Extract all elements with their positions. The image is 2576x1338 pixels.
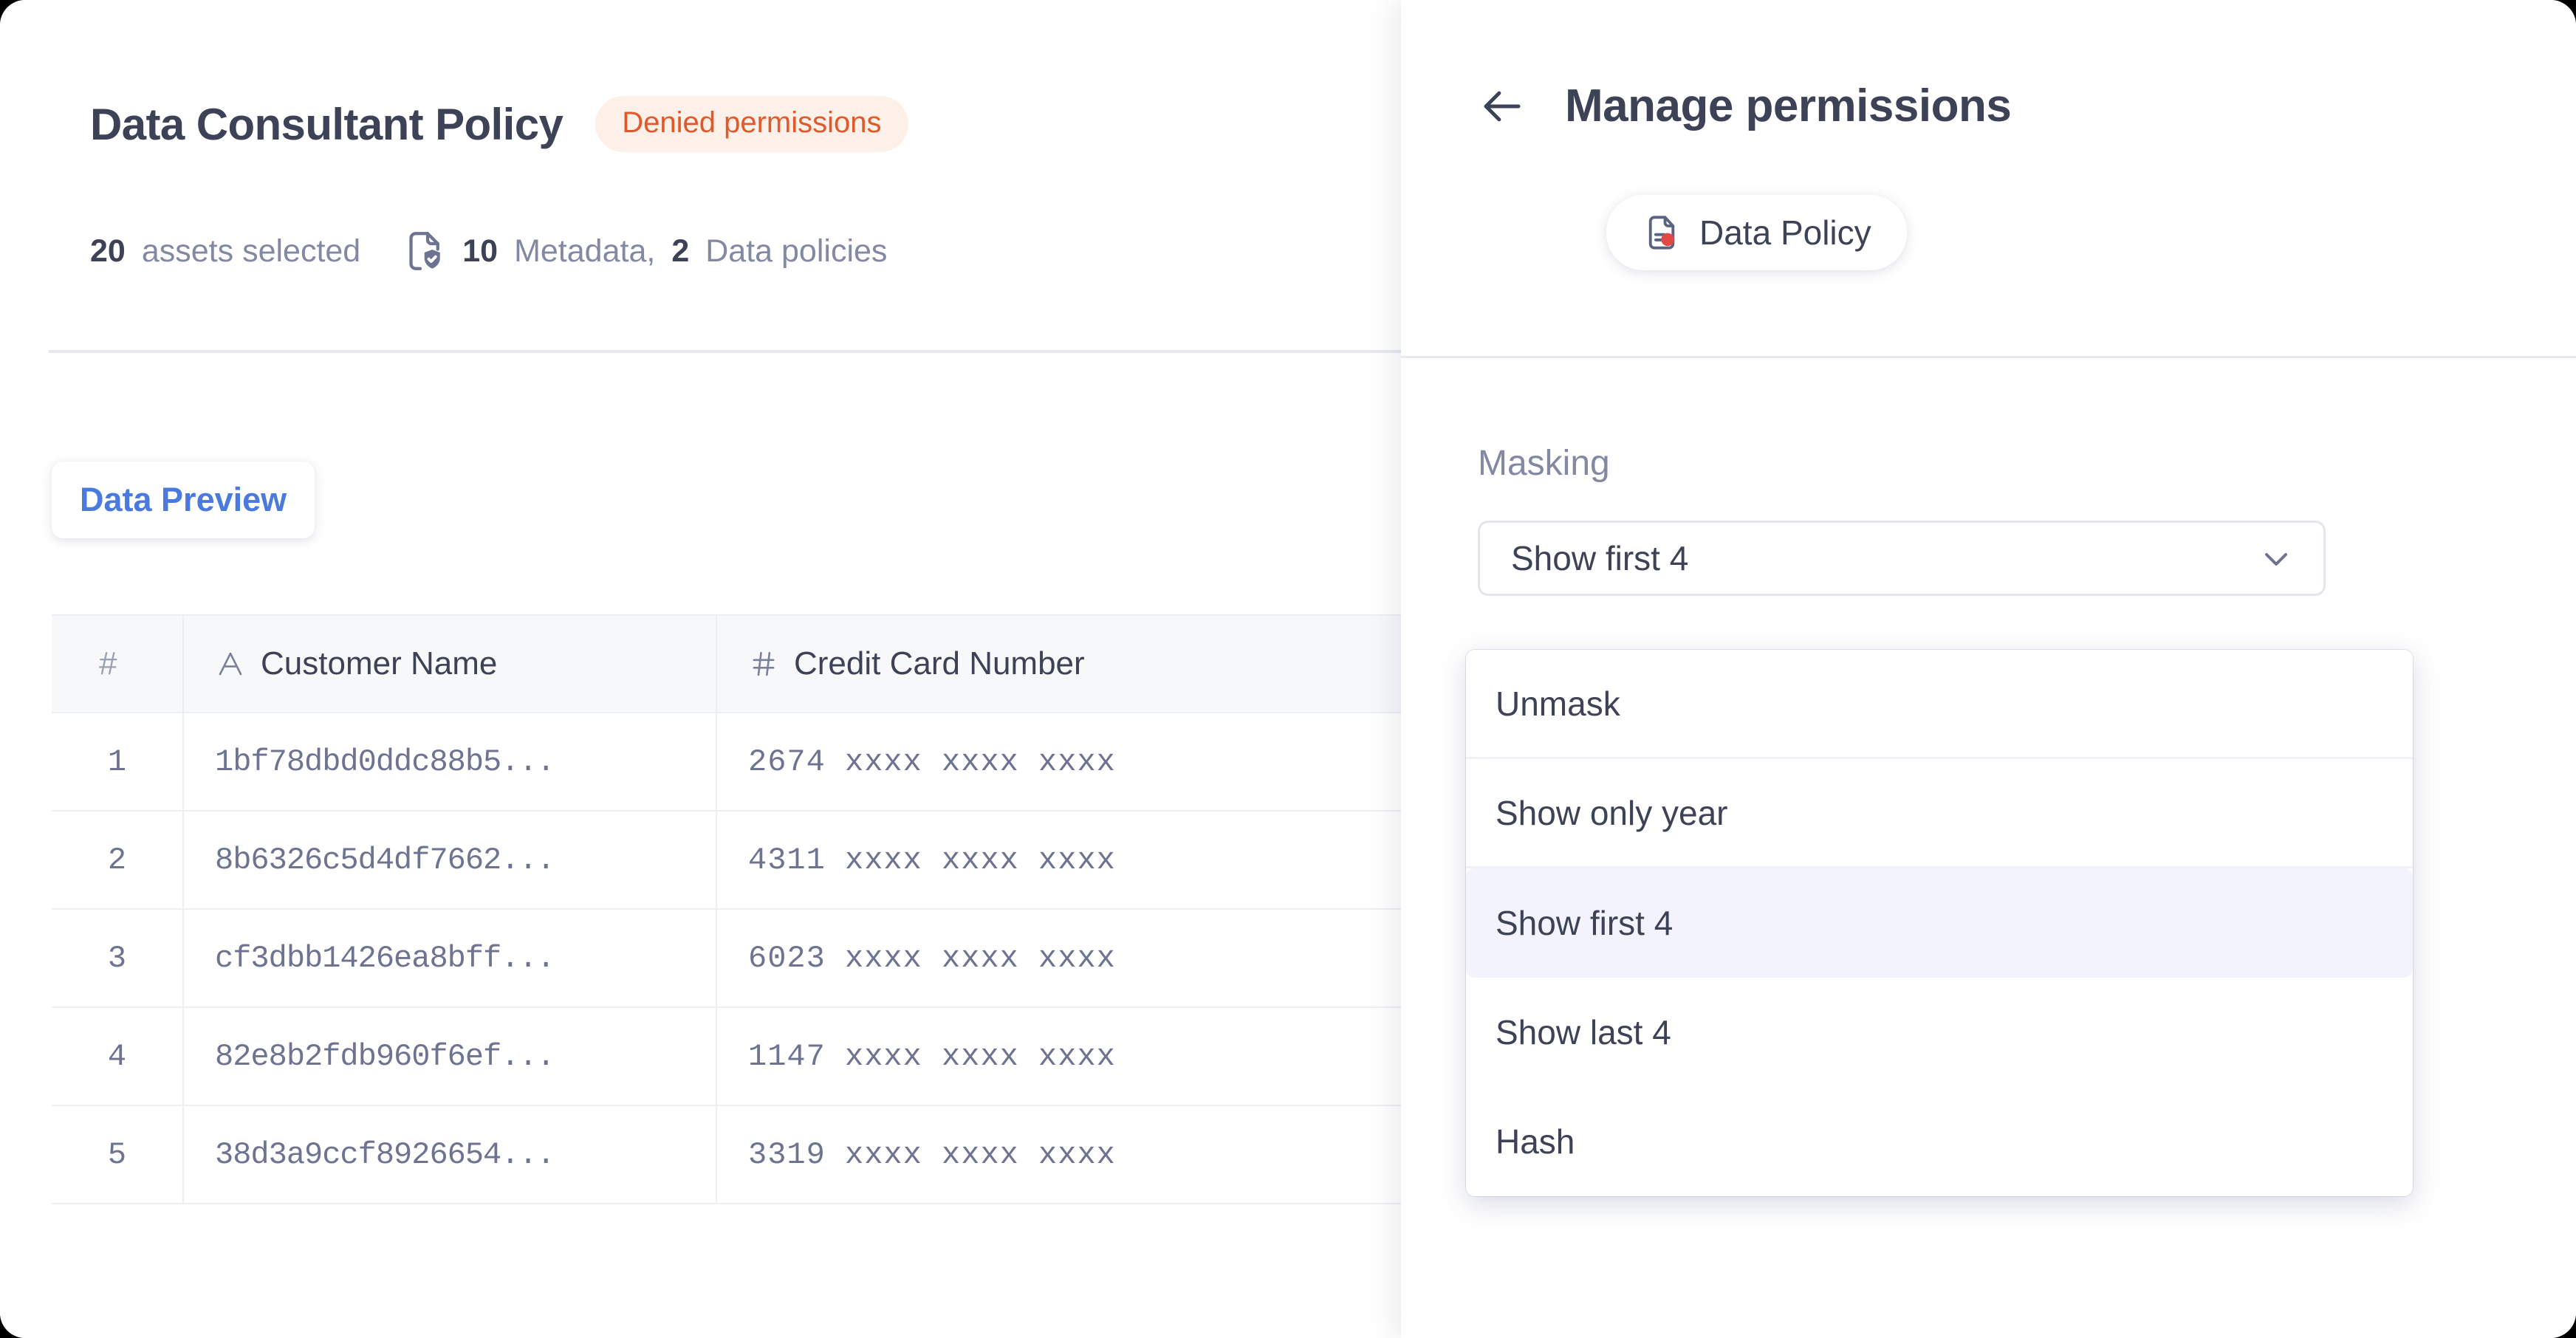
table-row[interactable]: 4 82e8b2fdb960f6ef... 1147 xxxx xxxx xxxx bbox=[52, 1007, 1401, 1106]
masking-option[interactable]: Unmask bbox=[1466, 650, 2413, 759]
masking-select[interactable]: Show first 4 bbox=[1478, 521, 2326, 596]
app-root: Data Consultant Policy Denied permission… bbox=[0, 0, 2576, 1338]
data-preview-table: # Customer Name Credit Card Number 1 1bf… bbox=[52, 614, 1401, 1204]
policy-meta-row: 20 assets selected 10 Metadata, 2 Data p… bbox=[90, 229, 887, 273]
table-cell-num: 1 bbox=[52, 713, 184, 812]
table-cell-name: 8b6326c5d4df7662... bbox=[183, 811, 717, 910]
table-cell-name: cf3dbb1426ea8bff... bbox=[183, 909, 717, 1008]
assets-count: 20 bbox=[90, 233, 126, 269]
status-badge: Denied permissions bbox=[595, 96, 908, 152]
table-cell-card: 4311 xxxx xxxx xxxx bbox=[716, 811, 1401, 910]
table-cell-num: 3 bbox=[52, 909, 184, 1008]
table-cell-name: 82e8b2fdb960f6ef... bbox=[183, 1007, 717, 1106]
document-shield-check-icon bbox=[402, 229, 446, 273]
data-policies-count: 2 bbox=[671, 233, 690, 269]
hash-icon: # bbox=[99, 645, 117, 682]
assets-label: assets selected bbox=[141, 233, 361, 269]
column-header-label: Credit Card Number bbox=[794, 645, 1085, 682]
tab-strip: Data Preview bbox=[52, 462, 315, 538]
table-header-row: # Customer Name Credit Card Number bbox=[52, 614, 1401, 713]
policies-meta: 10 Metadata, 2 Data policies bbox=[402, 229, 887, 273]
tab-data-preview[interactable]: Data Preview bbox=[52, 462, 315, 538]
masking-field-label: Masking bbox=[1478, 444, 1610, 483]
table-cell-num: 2 bbox=[52, 811, 184, 910]
masking-option[interactable]: Show only year bbox=[1466, 759, 2413, 868]
data-policy-document-icon bbox=[1642, 213, 1682, 253]
masking-option[interactable]: Show first 4 bbox=[1466, 868, 2413, 978]
policy-header: Data Consultant Policy Denied permission… bbox=[0, 0, 1401, 353]
panel-title-row: Manage permissions bbox=[1478, 80, 2012, 132]
panel-header: Manage permissions Data Policy bbox=[1401, 0, 2576, 358]
header-divider bbox=[49, 350, 1401, 353]
table-row[interactable]: 3 cf3dbb1426ea8bff... 6023 xxxx xxxx xxxx bbox=[52, 909, 1401, 1008]
table-cell-card: 3319 xxxx xxxx xxxx bbox=[716, 1105, 1401, 1204]
page-title: Data Consultant Policy bbox=[90, 99, 564, 149]
table-head: # Customer Name Credit Card Number bbox=[52, 614, 1401, 713]
panel-divider bbox=[1401, 356, 2576, 358]
policy-detail-panel: Data Consultant Policy Denied permission… bbox=[0, 0, 1401, 1338]
table-cell-card: 6023 xxxx xxxx xxxx bbox=[716, 909, 1401, 1008]
table-cell-name: 38d3a9ccf8926654... bbox=[183, 1105, 717, 1204]
column-header-index[interactable]: # bbox=[52, 614, 184, 713]
masking-dropdown-list: Unmask Show only year Show first 4 Show las… bbox=[1466, 650, 2413, 1196]
assets-selected-meta: 20 assets selected bbox=[90, 233, 360, 270]
arrow-left-icon[interactable] bbox=[1478, 82, 1527, 131]
panel-title: Manage permissions bbox=[1565, 80, 2012, 131]
masking-option[interactable]: Show last 4 bbox=[1466, 978, 2413, 1087]
column-header-label: Customer Name bbox=[261, 645, 498, 682]
text-type-icon bbox=[215, 648, 246, 679]
table-row[interactable]: 2 8b6326c5d4df7662... 4311 xxxx xxxx xxxx bbox=[52, 811, 1401, 910]
table-row[interactable]: 1 1bf78dbd0ddc88b5... 2674 xxxx xxxx xxxx bbox=[52, 713, 1401, 812]
table-cell-card: 2674 xxxx xxxx xxxx bbox=[716, 713, 1401, 812]
masking-option[interactable]: Hash bbox=[1466, 1087, 2413, 1196]
data-policy-chip[interactable]: Data Policy bbox=[1606, 195, 1907, 270]
table-cell-card: 1147 xxxx xxxx xxxx bbox=[716, 1007, 1401, 1106]
data-policy-chip-label: Data Policy bbox=[1699, 213, 1871, 252]
table-cell-name: 1bf78dbd0ddc88b5... bbox=[183, 713, 717, 812]
column-header-credit-card[interactable]: Credit Card Number bbox=[716, 614, 1401, 713]
chevron-down-icon bbox=[2258, 541, 2294, 576]
table-cell-num: 4 bbox=[52, 1007, 184, 1106]
metadata-label: Metadata, bbox=[514, 233, 656, 269]
table-cell-num: 5 bbox=[52, 1105, 184, 1204]
table-row[interactable]: 5 38d3a9ccf8926654... 3319 xxxx xxxx xxxx bbox=[52, 1105, 1401, 1204]
title-row: Data Consultant Policy Denied permission… bbox=[90, 96, 908, 152]
table-body: 1 1bf78dbd0ddc88b5... 2674 xxxx xxxx xxxx 2… bbox=[52, 713, 1401, 1204]
data-policies-label: Data policies bbox=[705, 233, 888, 269]
column-header-customer-name[interactable]: Customer Name bbox=[183, 614, 717, 713]
masking-selected-value: Show first 4 bbox=[1511, 539, 1689, 577]
manage-permissions-panel: Manage permissions Data Policy Masking S… bbox=[1401, 0, 2576, 1338]
number-type-icon bbox=[748, 648, 779, 679]
metadata-count: 10 bbox=[462, 233, 499, 269]
